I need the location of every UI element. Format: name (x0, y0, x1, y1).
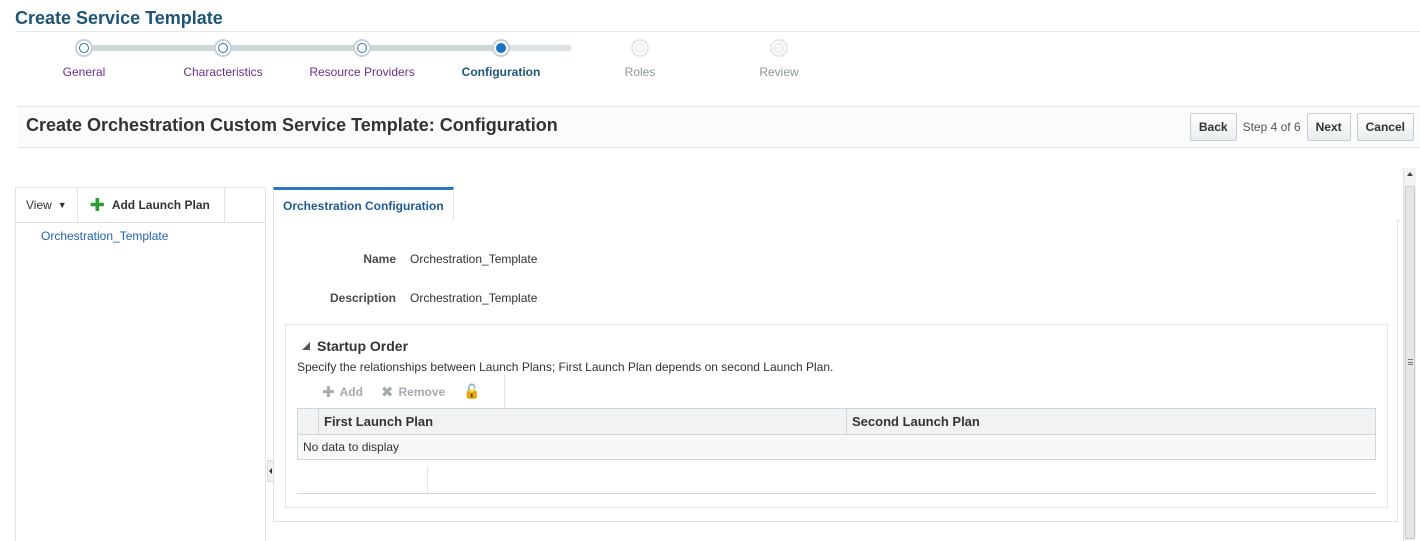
train-step-review: Review (704, 36, 854, 79)
back-button[interactable]: Back (1189, 113, 1237, 141)
startup-order-title: Startup Order (317, 338, 409, 354)
plus-icon: ✚ (322, 383, 335, 401)
table-header-row: First Launch Plan Second Launch Plan (297, 408, 1376, 435)
title-divider (15, 31, 1420, 32)
plus-icon: ✚ (89, 195, 105, 215)
step-node-icon (770, 39, 788, 57)
step-label: Configuration (461, 65, 541, 79)
remove-label: Remove (398, 384, 446, 399)
vertical-scrollbar[interactable] (1403, 168, 1416, 541)
caret-down-icon: ▼ (57, 200, 67, 210)
tree-item-orchestration-template[interactable]: Orchestration_Template (41, 229, 265, 243)
tab-orchestration-configuration[interactable]: Orchestration Configuration (273, 187, 454, 221)
startup-order-description: Specify the relationships between Launch… (297, 360, 834, 374)
empty-table-message: No data to display (297, 434, 1376, 460)
train-step-roles[interactable]: Roles (565, 36, 715, 79)
step-node-icon (75, 39, 93, 57)
cancel-button[interactable]: Cancel (1356, 113, 1414, 141)
step-label: Characteristics (183, 65, 263, 79)
orchestration-configuration-panel: Name Orchestration_Template Description … (273, 220, 1398, 522)
add-label: Add (339, 384, 363, 399)
lock-icon[interactable]: 🔓 (463, 383, 480, 400)
column-header-second-launch-plan[interactable]: Second Launch Plan (846, 408, 1376, 435)
left-toolbar: View ▼ ✚ Add Launch Plan (16, 187, 265, 223)
view-menu-label: View (26, 198, 52, 212)
table-row: No data to display (297, 434, 1376, 460)
scrollbar-thumb[interactable] (1405, 186, 1415, 539)
step-label: Roles (624, 65, 656, 79)
train-step-general[interactable]: General (9, 36, 159, 79)
wizard-train: General Characteristics Resource Provide… (0, 36, 900, 82)
name-label: Name (363, 252, 396, 266)
launch-plan-panel: View ▼ ✚ Add Launch Plan Orchestration_T… (15, 187, 266, 541)
view-menu[interactable]: View ▼ (16, 187, 78, 223)
step-label: General (62, 65, 106, 79)
step-label: Resource Providers (309, 65, 415, 79)
next-button[interactable]: Next (1306, 113, 1351, 141)
triangle-icon (302, 342, 310, 350)
x-icon: ✖ (380, 383, 394, 401)
column-header-first-launch-plan[interactable]: First Launch Plan (318, 408, 847, 435)
startup-order-toggle[interactable]: Startup Order (302, 338, 408, 354)
add-button[interactable]: ✚ Add (322, 383, 363, 401)
wizard-nav: Back Step 4 of 6 Next Cancel (1189, 113, 1414, 141)
step-node-icon (353, 39, 371, 57)
startup-order-section: Startup Order Specify the relationships … (285, 324, 1388, 508)
tab-strip: Orchestration Configuration (273, 187, 1400, 221)
train-step-configuration: Configuration (426, 36, 576, 79)
remove-button[interactable]: ✖ Remove (381, 383, 445, 401)
step-indicator: Step 4 of 6 (1242, 120, 1301, 134)
add-launch-plan-label: Add Launch Plan (111, 198, 210, 212)
train-step-resource-providers[interactable]: Resource Providers (287, 36, 437, 79)
row-select-header (297, 408, 319, 435)
step-node-icon (492, 39, 510, 57)
page-header-bar: Create Orchestration Custom Service Temp… (18, 106, 1420, 148)
scroll-up-icon[interactable] (1407, 172, 1413, 176)
step-label: Review (759, 65, 799, 79)
train-step-characteristics[interactable]: Characteristics (148, 36, 298, 79)
add-launch-plan-button[interactable]: ✚ Add Launch Plan (78, 187, 225, 223)
startup-order-table: First Launch Plan Second Launch Plan No … (297, 408, 1376, 460)
description-value: Orchestration_Template (410, 291, 538, 305)
table-footer (297, 466, 1376, 494)
description-label: Description (329, 291, 396, 305)
name-value: Orchestration_Template (410, 252, 538, 266)
step-node-icon (631, 39, 649, 57)
page-title: Create Service Template (15, 8, 223, 28)
grip-icon (1408, 359, 1413, 365)
startup-order-toolbar: ✚ Add ✖ Remove 🔓 (308, 375, 505, 408)
step-node-icon (214, 39, 232, 57)
page-subtitle: Create Orchestration Custom Service Temp… (26, 115, 558, 135)
